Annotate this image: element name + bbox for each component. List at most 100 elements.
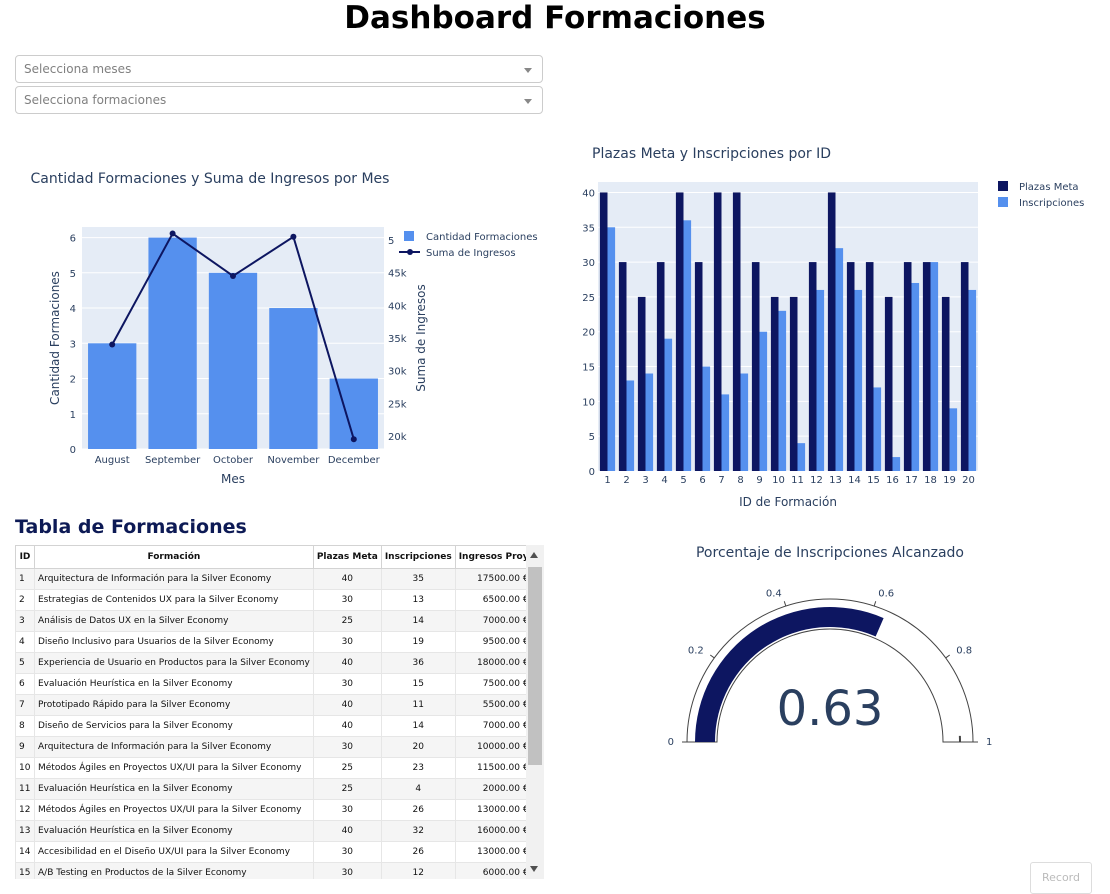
gauge-tick-label: 0.6 [878, 589, 894, 600]
gauge-chart: 0 0.2 0.4 0.6 0.8 1 Porcentaje de Inscripcione… [668, 545, 993, 748]
table-cell: 11 [15, 778, 35, 800]
legend-label: Plazas Meta [1019, 182, 1079, 193]
table-row[interactable]: 11 Evaluación Heurística en la Silver Eco… [15, 778, 533, 800]
table-cell: 6000.00 € [454, 862, 533, 879]
bar [88, 343, 137, 449]
line-point [109, 341, 116, 348]
table-cell: 2000.00 € [454, 778, 533, 800]
table-header-row: ID Formación Plazas Meta Inscripciones Ingre… [15, 545, 533, 569]
gauge-tick-label: 0.4 [766, 589, 782, 600]
record-button[interactable]: Record [1030, 862, 1092, 894]
chevron-down-icon[interactable] [524, 99, 532, 104]
table-cell: 9500.00 € [454, 631, 533, 653]
table-cell: 11500.00 € [454, 757, 533, 779]
bar-plazas-meta [618, 262, 627, 471]
x-tick-label: 5 [680, 475, 686, 486]
table-cell: 36 [380, 652, 456, 674]
x-axis-label: ID de Formación [739, 495, 837, 509]
table-cell: 13000.00 € [454, 799, 533, 821]
x-tick-label: 7 [718, 475, 724, 486]
legend-label: Suma de Ingresos [426, 248, 516, 259]
table-scrollbar-thumb[interactable] [528, 567, 542, 765]
table-row[interactable]: 5 Experiencia de Usuario en Productos par… [15, 652, 533, 674]
table-row[interactable]: 14 Accesibilidad en el Diseño UX/UI para … [15, 841, 533, 863]
courses-dropdown[interactable]: Selecciona formaciones [15, 86, 543, 114]
y-tick-label: 5 [589, 432, 595, 443]
chevron-down-icon[interactable] [524, 68, 532, 73]
scroll-up-icon[interactable] [530, 552, 538, 558]
gauge-value: 0.63 [777, 681, 884, 737]
bar-inscripciones [835, 248, 844, 471]
table-row[interactable]: 13 Evaluación Heurística en la Silver Eco… [15, 820, 533, 842]
bar-plazas-meta [599, 192, 608, 471]
bar-plazas-meta [789, 296, 798, 471]
courses-table-container[interactable]: ID Formación Plazas Meta Inscripciones Ingre… [15, 545, 543, 879]
gauge-tick [873, 601, 877, 607]
legend-label: Cantidad Formaciones [426, 232, 538, 243]
table-cell: 13 [380, 589, 456, 611]
table-cell: 8 [15, 715, 35, 737]
table-cell: 20 [380, 736, 456, 758]
table-row[interactable]: 6 Evaluación Heurística en la Silver Econ… [15, 673, 533, 695]
table-row[interactable]: 7 Prototipado Rápido para la Silver Econo… [15, 694, 533, 716]
bar-plazas-meta [941, 296, 950, 471]
table-row[interactable]: 1 Arquitectura de Información para la Sil… [15, 568, 533, 590]
courses-table: ID Formación Plazas Meta Inscripciones Ingre… [15, 545, 533, 879]
courses-dropdown-placeholder: Selecciona formaciones [24, 93, 167, 107]
gauge-tick-label: 1 [986, 737, 992, 748]
column-header[interactable]: Inscripciones [380, 545, 456, 569]
y2-tick-label: 30k [388, 367, 407, 378]
x-tick-label: 11 [791, 475, 804, 486]
scroll-down-icon[interactable] [530, 866, 538, 872]
bar-plazas-meta [732, 192, 741, 471]
column-header[interactable]: Ingresos Proy [454, 545, 533, 569]
bar-inscripciones [626, 380, 635, 471]
table-row[interactable]: 3 Análisis de Datos UX en la Silver Econo… [15, 610, 533, 632]
x-tick-label: 6 [699, 475, 705, 486]
table-cell: 14 [15, 841, 35, 863]
x-tick-label: 15 [867, 475, 880, 486]
table-row[interactable]: 15 A/B Testing en Productos de la Silver … [15, 862, 533, 879]
legend-label: Inscripciones [1019, 198, 1084, 209]
x-tick-label: September [145, 455, 201, 466]
table-cell: Diseño Inclusivo para Usuarios de la Sil… [34, 631, 314, 653]
column-header[interactable]: ID [15, 545, 35, 569]
table-row[interactable]: 10 Métodos Ágiles en Proyectos UX/UI para… [15, 757, 533, 779]
column-header[interactable]: Formación [34, 545, 314, 569]
table-cell: Métodos Ágiles en Proyectos UX/UI para l… [34, 799, 314, 821]
table-cell: 18000.00 € [454, 652, 533, 674]
table-title: Tabla de Formaciones [15, 516, 247, 538]
y-tick-label: 4 [70, 304, 76, 315]
table-cell: Evaluación Heurística en la Silver Econo… [34, 673, 314, 695]
table-cell: 35 [380, 568, 456, 590]
months-dropdown[interactable]: Selecciona meses [15, 55, 543, 83]
table-row[interactable]: 2 Estrategias de Contenidos UX para la Si… [15, 589, 533, 611]
y-tick-label: 5 [70, 269, 76, 280]
y-tick-label: 20 [582, 328, 595, 339]
y-tick-label: 15 [582, 363, 595, 374]
table-cell: Diseño de Servicios para la Silver Econo… [34, 715, 314, 737]
table-cell: 25 [312, 757, 382, 779]
gauge-tick-label: 0 [668, 737, 674, 748]
chart-title: Porcentaje de Inscripciones Alcanzado [696, 545, 964, 561]
legend-swatch [998, 181, 1008, 191]
table-cell: Arquitectura de Información para la Silv… [34, 568, 314, 590]
table-cell: 25 [312, 610, 382, 632]
gauge-tick [945, 654, 951, 659]
bar-plazas-meta [656, 262, 665, 471]
gauge-tick-label: 0.8 [956, 645, 972, 656]
table-row[interactable]: 12 Métodos Ágiles en Proyectos UX/UI para… [15, 799, 533, 821]
table-cell: 7 [15, 694, 35, 716]
bar-inscripciones [968, 289, 977, 471]
x-tick-label: 20 [962, 475, 975, 486]
table-row[interactable]: 9 Arquitectura de Información para la Sil… [15, 736, 533, 758]
bar-inscripciones [854, 289, 863, 471]
y-tick-label: 25 [582, 293, 595, 304]
x-tick-label: August [95, 455, 130, 466]
table-cell: 3 [15, 610, 35, 632]
table-row[interactable]: 4 Diseño Inclusivo para Usuarios de la Si… [15, 631, 533, 653]
table-row[interactable]: 8 Diseño de Servicios para la Silver Econ… [15, 715, 533, 737]
y-tick-label: 0 [589, 467, 595, 478]
column-header[interactable]: Plazas Meta [312, 545, 382, 569]
bar-inscripciones [930, 262, 939, 471]
